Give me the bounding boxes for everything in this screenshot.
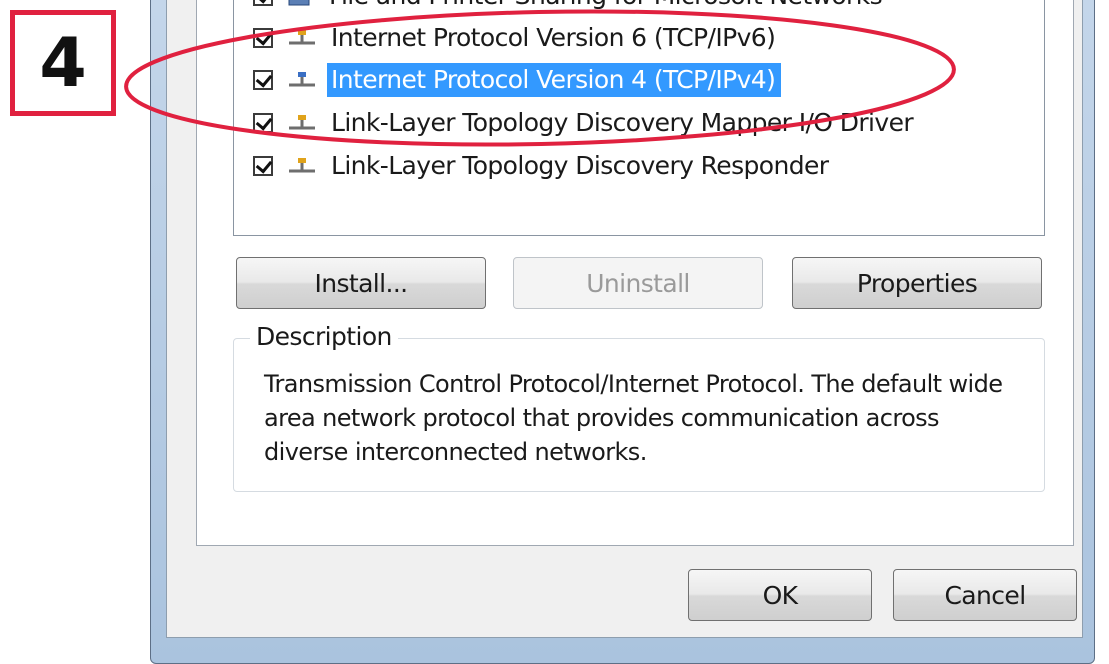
list-item-lltd-mapper[interactable]: Link-Layer Topology Discovery Mapper I/O…	[253, 104, 919, 142]
uninstall-button[interactable]: Uninstall	[513, 257, 763, 309]
list-item-tcp-ipv4[interactable]: Internet Protocol Version 4 (TCP/IPv4)	[253, 61, 782, 99]
list-item-label: Link-Layer Topology Discovery Mapper I/O…	[331, 108, 914, 137]
properties-button[interactable]: Properties	[792, 257, 1042, 309]
checkbox-tcp-ipv4[interactable]	[253, 70, 273, 90]
description-text: Transmission Control Protocol/Internet P…	[264, 370, 1003, 466]
network-protocol-icon	[289, 158, 315, 173]
list-item-label: Internet Protocol Version 6 (TCP/IPv6)	[331, 23, 776, 52]
network-protocol-icon	[289, 72, 315, 87]
description-title: Description	[250, 322, 398, 351]
install-button[interactable]: Install...	[236, 257, 486, 309]
list-item-file-printer-sharing[interactable]: File and Printer Sharing for Microsoft N…	[253, 0, 888, 15]
step-number-badge: 4	[10, 10, 116, 116]
ok-button[interactable]: OK	[688, 569, 872, 621]
list-item-label-selected: Internet Protocol Version 4 (TCP/IPv4)	[327, 63, 782, 97]
checkbox-lltd-mapper[interactable]	[253, 113, 273, 133]
checkbox-lltd-responder[interactable]	[253, 156, 273, 176]
network-protocol-icon	[289, 115, 315, 130]
checkbox-file-printer-sharing[interactable]	[253, 0, 273, 6]
network-protocol-icon	[289, 30, 315, 45]
list-item-lltd-responder[interactable]: Link-Layer Topology Discovery Responder	[253, 147, 834, 185]
list-item-tcp-ipv6[interactable]: Internet Protocol Version 6 (TCP/IPv6)	[253, 19, 781, 57]
cancel-button[interactable]: Cancel	[893, 569, 1077, 621]
checkbox-tcp-ipv6[interactable]	[253, 28, 273, 48]
list-item-label: Link-Layer Topology Discovery Responder	[331, 151, 829, 180]
list-item-label: File and Printer Sharing for Microsoft N…	[325, 0, 888, 13]
file-printer-sharing-icon	[288, 0, 310, 6]
